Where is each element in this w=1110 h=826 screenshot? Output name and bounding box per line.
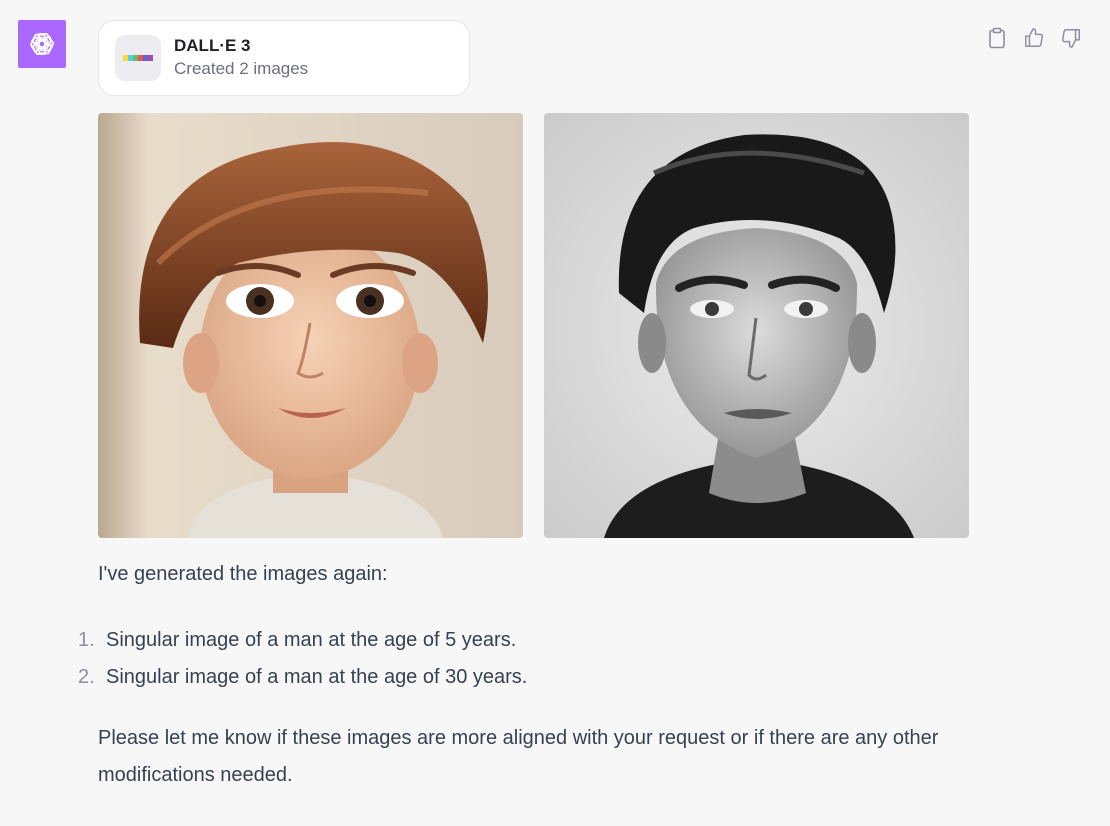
list-item-number: 1. bbox=[78, 629, 95, 651]
thumbs-down-icon bbox=[1061, 28, 1080, 48]
openai-logo-icon bbox=[29, 33, 55, 55]
dalle-color-strip-icon bbox=[115, 35, 161, 81]
list-item: 2. Singular image of a man at the age of… bbox=[78, 659, 527, 696]
copy-button[interactable] bbox=[985, 26, 1008, 49]
dalle-tool-card[interactable]: DALL·E 3 Created 2 images bbox=[98, 20, 470, 96]
result-list: 1. Singular image of a man at the age of… bbox=[78, 622, 527, 696]
list-item-text: Singular image of a man at the age of 30… bbox=[106, 666, 528, 688]
generated-image-child[interactable] bbox=[98, 113, 523, 538]
message-intro: I've generated the images again: bbox=[98, 563, 388, 585]
clipboard-icon bbox=[988, 27, 1005, 48]
thumbs-up-icon bbox=[1024, 27, 1043, 47]
assistant-avatar bbox=[18, 20, 66, 68]
tool-subtitle: Created 2 images bbox=[174, 59, 309, 78]
list-item-text: Singular image of a man at the age of 5 … bbox=[106, 629, 517, 651]
thumbs-down-button[interactable] bbox=[1059, 26, 1082, 49]
thumbs-up-button[interactable] bbox=[1022, 26, 1045, 49]
message-actions bbox=[985, 26, 1082, 49]
generated-image-adult[interactable] bbox=[544, 113, 969, 538]
color-swatch bbox=[148, 55, 153, 61]
message-closing: Please let me know if these images are m… bbox=[98, 727, 939, 786]
list-item: 1. Singular image of a man at the age of… bbox=[78, 622, 527, 659]
list-item-number: 2. bbox=[78, 666, 95, 688]
tool-title: DALL·E 3 bbox=[174, 36, 251, 55]
